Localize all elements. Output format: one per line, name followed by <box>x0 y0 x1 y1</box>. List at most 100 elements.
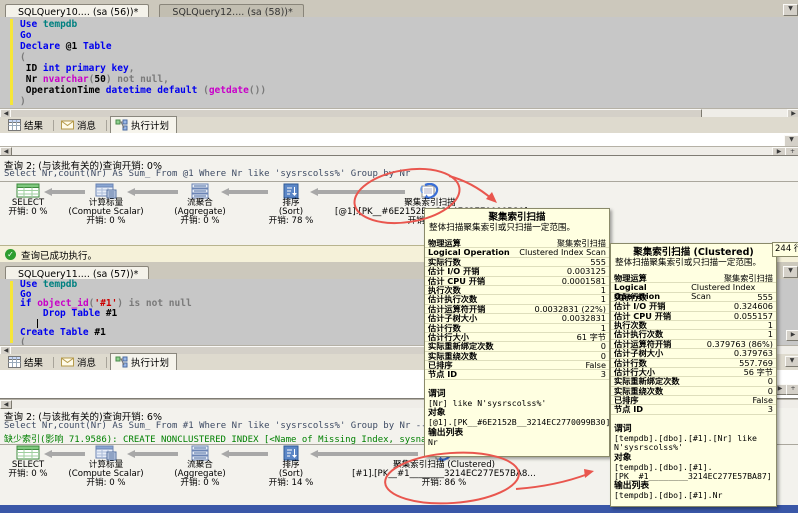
tooltip-row-value: Clustered Index Scan <box>691 282 756 302</box>
plan-query-sql: Select Nr,count(Nr) As Sum_ From #1 Wher… <box>4 421 427 431</box>
code-token: Use <box>20 19 38 30</box>
code-line: OperationTime datetime default (getdate(… <box>0 85 798 96</box>
tooltip-row-value: 0.324606 <box>733 301 773 312</box>
tooltip-row-value: Clustered Index Scan <box>519 247 606 258</box>
tooltip-row-value: 0.379763 (86%) <box>706 338 773 349</box>
tooltip-row-label: 节点 ID <box>614 404 644 415</box>
tooltip-row-label: 实际重绕次数 <box>428 350 478 361</box>
tooltip-row-value: 61 字节 <box>576 331 606 342</box>
operator-tooltip-1: 聚集索引扫描 整体扫描聚集索引或只扫描一定范围。 物理运算 聚集索引扫描 Logic… <box>424 208 610 457</box>
tab-label: 结果 <box>24 121 44 132</box>
code-line: Declare @1 Table <box>0 41 798 52</box>
tab-label: 结果 <box>24 358 44 369</box>
tooltip-section-line: [Nr] like N'sysrscolss%' <box>428 397 547 408</box>
tooltip-row-value: 0.0032831 <box>561 313 606 324</box>
code-token: #1 <box>100 308 118 320</box>
splitter-button[interactable]: + <box>786 384 798 395</box>
messages-icon <box>61 119 75 131</box>
code-token: ID <box>20 63 43 74</box>
code-line: Use tempdb <box>0 19 798 30</box>
code-token: Create Table <box>20 327 89 339</box>
tab-label: 执行计划 <box>131 121 170 132</box>
operator-label: 开销: 86 % <box>421 478 467 489</box>
code-token: 50 <box>94 74 106 85</box>
tooltip-row-label: Logical Operation <box>428 247 510 258</box>
code-token: nvarchar <box>42 74 89 85</box>
scroll-left-icon[interactable]: ◀ <box>0 400 12 409</box>
code-token: Declare <box>20 41 61 52</box>
status-text: 查询已成功执行。 <box>21 250 98 262</box>
code-token: , <box>163 74 169 85</box>
code-line: ID int primary key, <box>0 63 798 74</box>
tooltip-row-label: 物理运算 <box>428 238 461 248</box>
code-token: ( <box>20 337 26 345</box>
results-pane-tab-messages[interactable]: 消息 <box>57 117 103 133</box>
tooltip-row-label: 估计 CPU 开销 <box>428 275 486 286</box>
tooltip-row-value: 1 <box>600 322 606 333</box>
tooltip-row-label: 估计 I/O 开销 <box>614 301 666 312</box>
divider <box>0 181 798 182</box>
tooltip-row-value: 0 <box>767 376 773 387</box>
tab-label: 消息 <box>77 358 97 369</box>
tab-list-dropdown-icon[interactable]: ▼ <box>783 4 798 16</box>
divider <box>106 356 108 368</box>
tooltip-row-value: 557.769 <box>739 357 773 368</box>
query-window-1-tabbar: SQLQuery10.... (sa (56))* SQLQuery12....… <box>0 0 798 19</box>
results-pane-tab-results[interactable]: 结果 <box>4 354 50 370</box>
tooltip-row-label: 实际重绕次数 <box>614 385 664 396</box>
code-token: is not null <box>128 298 192 310</box>
code-token: ( <box>20 52 26 63</box>
tooltip-row-value: 0.379763 <box>733 348 773 359</box>
tooltip-row-label: 实际行数 <box>614 291 647 302</box>
results-pane-tab-results[interactable]: 结果 <box>4 117 50 133</box>
tooltip-row-value: 1 <box>600 294 606 305</box>
tooltip-row-value: 1 <box>767 329 773 340</box>
tooltip-section-line: [@1].[PK__#6E2152B__3214EC2770099B30] <box>428 417 610 428</box>
results-pane-tab-execution-plan[interactable]: 执行计划 <box>110 116 178 134</box>
scroll-right-icon[interactable]: ▶ <box>786 330 798 341</box>
code-line: ( <box>0 52 798 63</box>
scroll-down-icon[interactable]: ▼ <box>785 356 798 367</box>
tooltip-row-value: 聚集索引扫描 <box>723 273 773 283</box>
code-token: getdate <box>208 85 249 96</box>
tooltip-row-label: 估计 I/O 开销 <box>428 266 480 277</box>
code-token: () <box>248 85 261 96</box>
tooltip-row-label: 节点 ID <box>428 369 458 380</box>
tooltip-row-value: 0.055157 <box>733 310 773 321</box>
tooltip-row-label: 实际重新绑定次数 <box>614 376 680 387</box>
tooltip-row-value: 555 <box>757 291 773 302</box>
divider <box>106 119 108 131</box>
tooltip-section-header: 输出列表 <box>428 427 464 438</box>
tooltip-row-label: 估计执行次数 <box>614 329 664 340</box>
tooltip-row-value: 555 <box>590 256 606 267</box>
tooltip-row-value: 0.0032831 (22%) <box>534 303 606 314</box>
tooltip-row-value: 3 <box>767 404 773 415</box>
tooltip-row-label: 执行次数 <box>428 284 461 295</box>
code-token: default <box>157 85 198 96</box>
code-line: ) <box>0 96 798 107</box>
tooltip-row-label: 估计行大小 <box>428 331 469 342</box>
tooltip-row-label: 估计执行次数 <box>428 294 478 305</box>
results-pane-tab-execution-plan[interactable]: 执行计划 <box>110 353 178 371</box>
tooltip-row-value: 0 <box>600 341 606 352</box>
tooltip-row-label: 估计行数 <box>428 322 461 333</box>
plan-canvas-1: SELECT 开销: 0 % 计算标量 (Compute Scalar) 开销: 0 %… <box>0 183 798 245</box>
tooltip-section-line: [tempdb].[dbo].[#1].Nr <box>614 490 723 501</box>
tooltip-row: 节点 ID 3 <box>425 369 609 380</box>
tab-label: 执行计划 <box>131 358 170 369</box>
tooltip-row-label: 估计运算符开销 <box>428 303 486 314</box>
tab-list-dropdown-icon[interactable]: ▼ <box>783 266 798 278</box>
tooltip-subtitle: 整体扫描聚集索引或只扫描一定范围。 <box>615 258 762 268</box>
success-check-icon: ✓ <box>5 249 16 260</box>
tooltip-row-label: 已排序 <box>614 395 639 406</box>
tooltip-row-value: 0.0001581 <box>561 275 606 286</box>
results-pane-tabs-1: 结果 消息 执行计划 <box>0 116 798 134</box>
code-token: tempdb <box>42 279 78 290</box>
tooltip-row-label: 实际行数 <box>428 256 461 267</box>
results-pane-tab-messages[interactable]: 消息 <box>57 354 103 370</box>
code-editor-1[interactable]: Use tempdb Go Declare @1 Table( ID int pri… <box>0 17 798 108</box>
tooltip-title: 聚集索引扫描 <box>488 212 546 223</box>
tooltip-row-value: False <box>585 360 606 371</box>
operator-tooltip-2: 聚集索引扫描 (Clustered) 整体扫描聚集索引或只扫描一定范围。 物理运… <box>610 243 777 507</box>
